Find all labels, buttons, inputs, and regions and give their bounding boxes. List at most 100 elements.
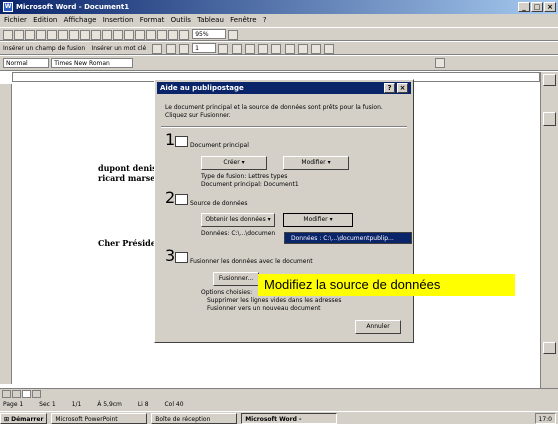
find-record-icon[interactable]	[311, 44, 322, 54]
merge-new-doc-icon[interactable]	[271, 44, 282, 54]
minimize-button[interactable]: _	[518, 2, 530, 12]
close-button[interactable]: ×	[544, 2, 556, 12]
doc-line-1: dupont denis	[98, 163, 157, 173]
main-document-info: Document principal: Document1	[201, 181, 299, 188]
paste-icon[interactable]	[91, 30, 101, 40]
copy-icon[interactable]	[80, 30, 90, 40]
page-view-icon[interactable]	[22, 390, 31, 398]
merge-icon	[175, 252, 188, 263]
docmap-icon[interactable]	[168, 30, 178, 40]
mail-merge-toolbar: Insérer un champ de fusion Insérer un mo…	[0, 41, 558, 55]
create-label: Créer	[223, 159, 240, 166]
step-2-number: 2	[165, 188, 176, 207]
dialog-help-button[interactable]: ?	[384, 83, 395, 93]
task-powerpoint[interactable]: Microsoft PowerPoint	[51, 413, 148, 424]
drawing-icon[interactable]	[157, 30, 167, 40]
scroll-up-icon[interactable]	[543, 74, 556, 86]
merge-button[interactable]: Fusionner...	[213, 272, 259, 286]
menu-help[interactable]: ?	[263, 16, 267, 24]
data-source-icon	[175, 194, 188, 205]
edit-main-button[interactable]: Modifier ▾	[283, 156, 349, 170]
vertical-scrollbar[interactable]	[540, 72, 558, 388]
dialog-close-button[interactable]: ×	[397, 83, 408, 93]
print-icon[interactable]	[36, 30, 46, 40]
columns-icon[interactable]	[146, 30, 156, 40]
dropdown-arrow-icon: ▾	[329, 216, 333, 223]
options-title: Options choisies:	[201, 289, 253, 296]
normal-view-icon[interactable]	[2, 390, 11, 398]
menu-outils[interactable]: Outils	[171, 16, 191, 24]
previous-record-icon[interactable]	[178, 44, 189, 54]
task-word[interactable]: Microsoft Word -	[241, 413, 338, 424]
menu-format[interactable]: Format	[140, 16, 165, 24]
dropdown-arrow-icon: ▾	[267, 216, 271, 223]
dropdown-arrow-icon: ▾	[327, 159, 331, 166]
menu-edition[interactable]: Edition	[33, 16, 57, 24]
outline-view-icon[interactable]	[32, 390, 41, 398]
style-select[interactable]: Normal	[3, 58, 49, 68]
office-assistant-icon[interactable]	[228, 30, 239, 40]
record-number-input[interactable]: 1	[192, 43, 217, 53]
web-view-icon[interactable]	[12, 390, 21, 398]
save-icon[interactable]	[25, 30, 35, 40]
maximize-button[interactable]: □	[531, 2, 543, 12]
status-col: Col 40	[164, 401, 184, 408]
create-button[interactable]: Créer ▾	[201, 156, 267, 170]
hyperlink-icon[interactable]	[124, 30, 134, 40]
cancel-button[interactable]: Annuler	[355, 320, 401, 334]
merge-type-info: Type de fusion: Lettres types	[201, 173, 288, 180]
status-pages: 1/1	[71, 401, 82, 408]
edit-data-source-icon[interactable]	[324, 44, 335, 54]
next-record-icon[interactable]	[218, 44, 229, 54]
taskbar: ⊞ Démarrer Microsoft PowerPoint Boîte de…	[0, 411, 558, 424]
start-button[interactable]: ⊞ Démarrer	[0, 413, 48, 424]
undo-icon[interactable]	[102, 30, 112, 40]
mail-merge-helper-icon[interactable]	[244, 44, 255, 54]
new-icon[interactable]	[3, 30, 13, 40]
cut-icon[interactable]	[69, 30, 79, 40]
scroll-down-icon[interactable]	[543, 342, 556, 354]
menu-affichage[interactable]: Affichage	[64, 16, 97, 24]
table-icon[interactable]	[135, 30, 145, 40]
step-1-label: Document principal	[190, 142, 249, 149]
status-section: Sec 1	[39, 401, 56, 408]
step-3-label: Fusionner les données avec le document	[190, 258, 313, 265]
open-icon[interactable]	[14, 30, 24, 40]
scroll-thumb[interactable]	[543, 112, 556, 126]
vertical-ruler	[0, 84, 12, 384]
status-page: Page 1	[3, 401, 24, 408]
check-errors-icon[interactable]	[258, 44, 269, 54]
start-merge-icon[interactable]	[297, 44, 308, 54]
view-merged-data-icon[interactable]	[152, 44, 163, 54]
paragraph-icon[interactable]	[179, 30, 189, 40]
task-inbox[interactable]: Boîte de réception	[151, 413, 238, 424]
horizontal-scrollbar[interactable]	[0, 388, 558, 399]
step-2-label: Source de données	[190, 200, 248, 207]
edit-data-source-button[interactable]: Modifier ▾	[283, 213, 353, 227]
status-line: Li 8	[137, 401, 149, 408]
window-title: Microsoft Word - Document1	[16, 3, 130, 11]
menu-fichier[interactable]: Fichier	[4, 16, 27, 24]
spelling-icon[interactable]	[58, 30, 68, 40]
dropdown-arrow-icon: ▾	[241, 159, 245, 166]
menu-tableau[interactable]: Tableau	[197, 16, 224, 24]
menu-insertion[interactable]: Insertion	[103, 16, 134, 24]
preview-icon[interactable]	[47, 30, 57, 40]
data-source-info: Données: C:\...\documen	[201, 230, 276, 237]
font-select[interactable]: Times New Roman	[51, 58, 134, 68]
insert-word-field-button[interactable]: Insérer un mot clé	[91, 44, 146, 54]
get-data-label: Obtenir les données	[205, 216, 266, 223]
first-record-icon[interactable]	[165, 44, 176, 54]
font-color-icon[interactable]	[435, 58, 446, 68]
zoom-select[interactable]: 95%	[192, 29, 227, 39]
menu-fenetre[interactable]: Fenêtre	[230, 16, 256, 24]
insert-merge-field-button[interactable]: Insérer un champ de fusion	[3, 44, 85, 54]
merge-printer-icon[interactable]	[284, 44, 295, 54]
edit-data-source-menu-item[interactable]: Données : C:\...\documentpublip...	[284, 232, 412, 244]
tray-clock: 17:0	[534, 413, 556, 424]
get-data-button[interactable]: Obtenir les données ▾	[201, 213, 275, 227]
last-record-icon[interactable]	[231, 44, 242, 54]
option-suppress-blank: Supprimer les lignes vides dans les adre…	[207, 297, 342, 304]
start-label: Démarrer	[11, 416, 44, 423]
redo-icon[interactable]	[113, 30, 123, 40]
